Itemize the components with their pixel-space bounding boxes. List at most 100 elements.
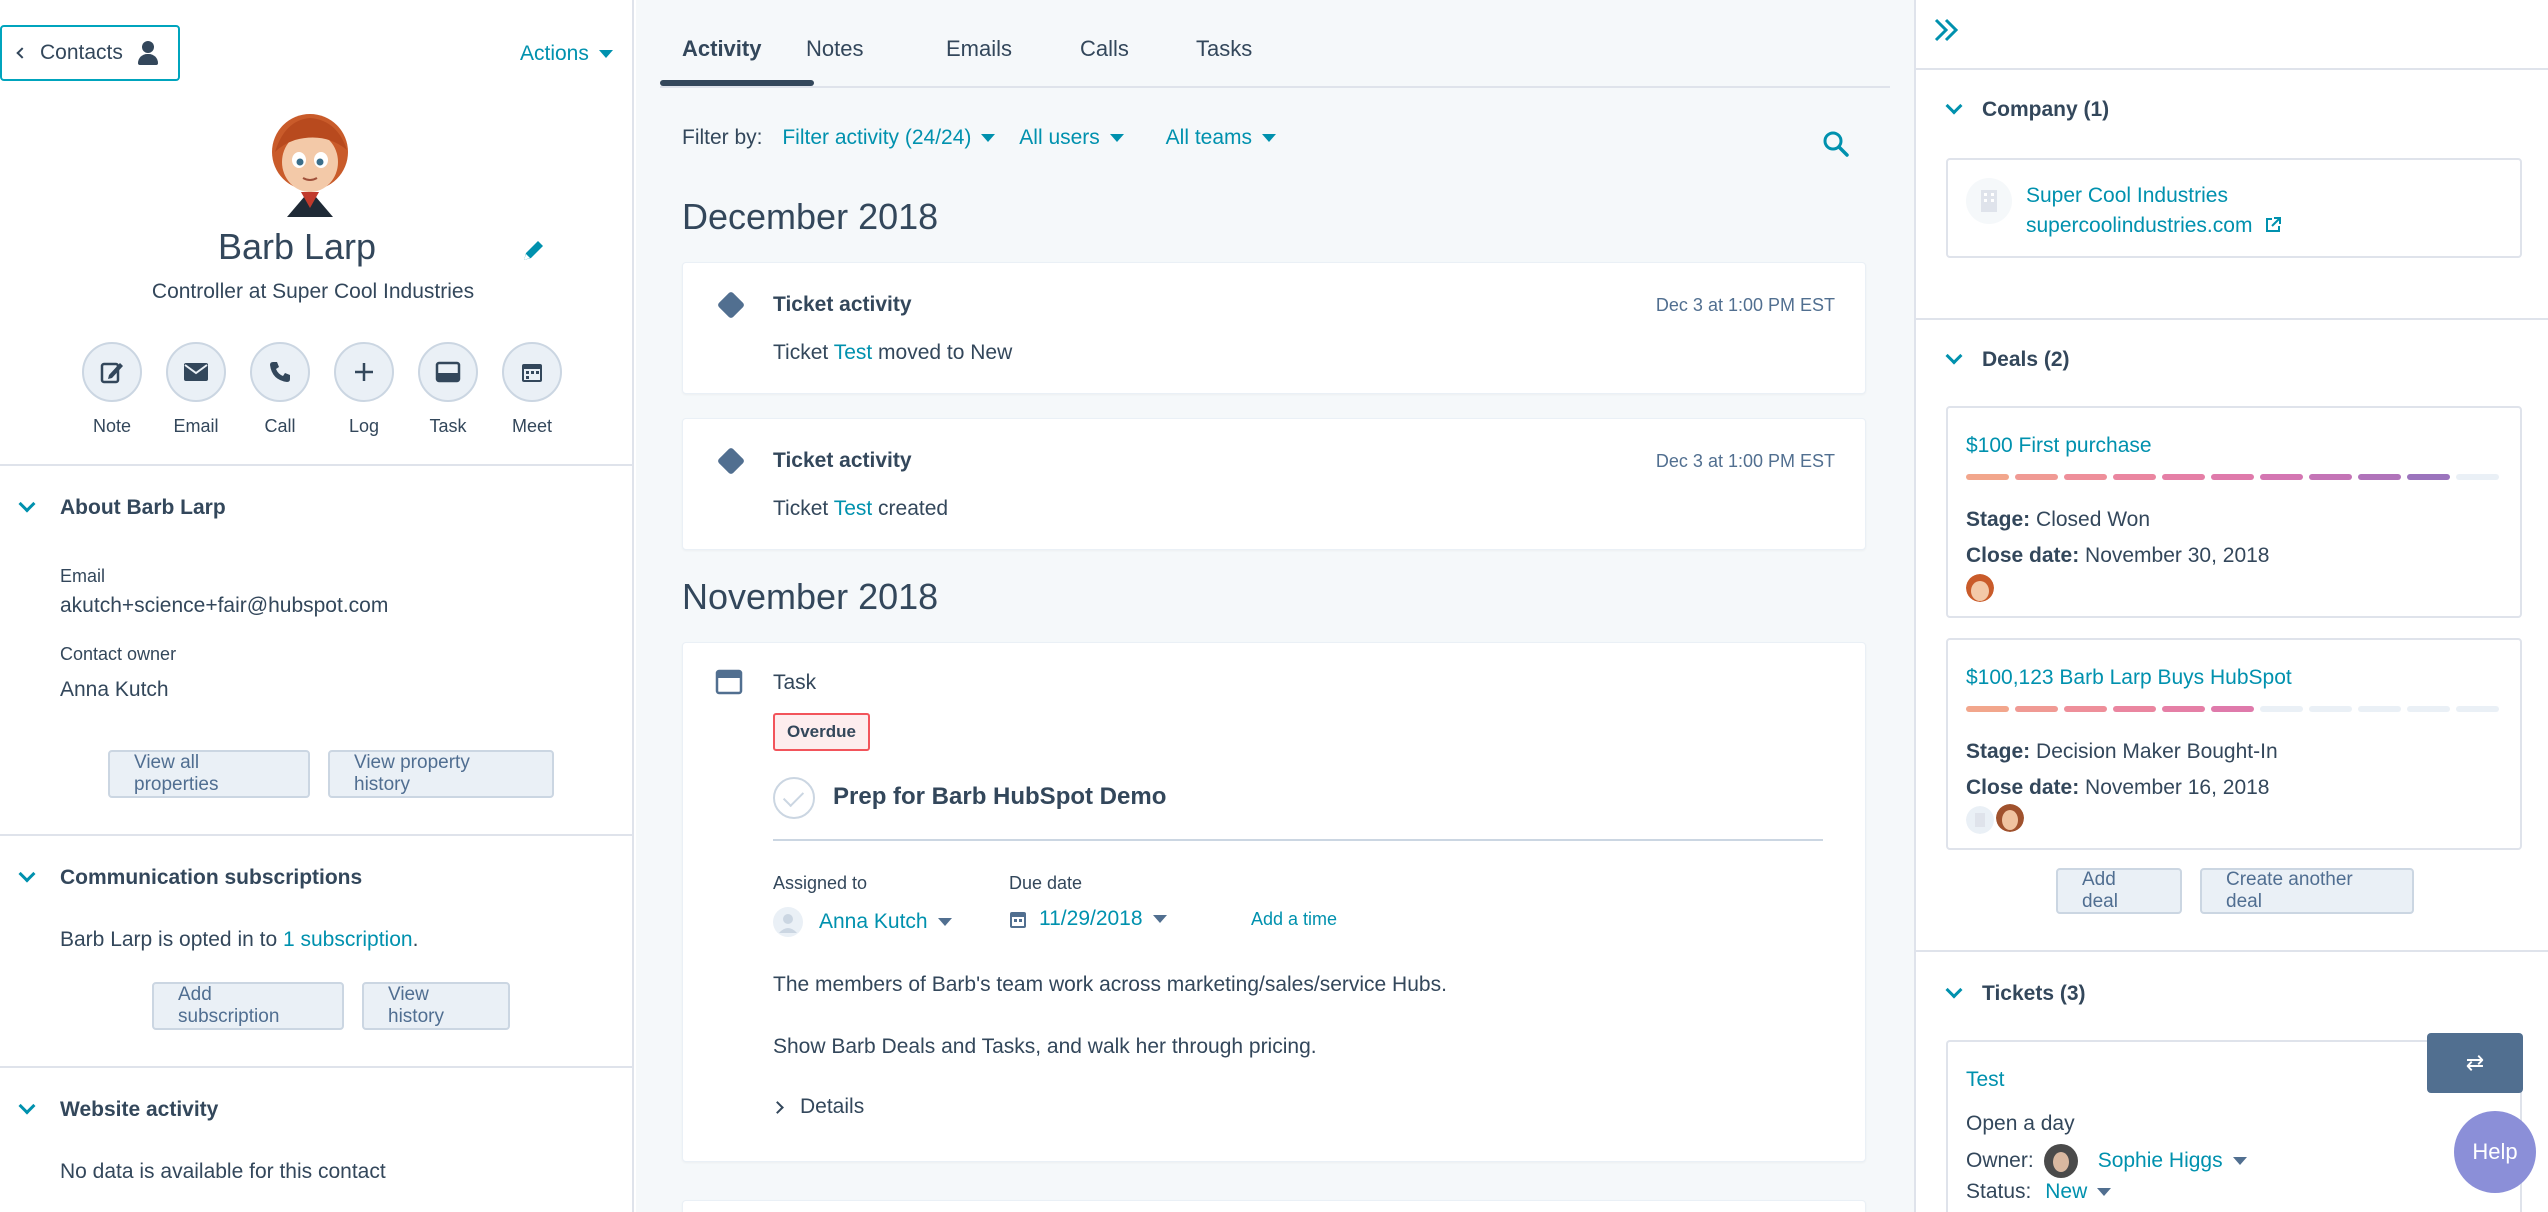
back-to-contacts-button[interactable]: Contacts <box>0 25 180 81</box>
stage-label: Stage: <box>1966 740 2031 763</box>
website-activity-heading: Website activity <box>60 1098 219 1121</box>
all-teams-label: All teams <box>1165 126 1252 149</box>
owner-property-value[interactable]: Anna Kutch <box>60 678 169 702</box>
next-activity-card <box>682 1200 1866 1212</box>
chevron-left-icon <box>16 47 28 59</box>
progress-segment <box>2015 706 2058 712</box>
owner-avatar <box>2043 1144 2078 1178</box>
card-body-pre: Ticket <box>773 497 834 520</box>
task-title[interactable]: Prep for Barb HubSpot Demo <box>833 783 1166 811</box>
edit-pencil-icon[interactable] <box>520 238 546 264</box>
deal-close-date: Close date: November 16, 2018 <box>1966 776 2270 800</box>
progress-segment <box>2064 474 2107 480</box>
complete-task-checkbox[interactable] <box>773 777 815 819</box>
tickets-section-toggle[interactable]: Tickets (3) <box>1945 981 2086 1006</box>
all-users-label: All users <box>1019 126 1100 149</box>
view-property-history-button[interactable]: View property history <box>328 750 554 798</box>
company-avatar <box>1966 806 1994 834</box>
company-section-toggle[interactable]: Company (1) <box>1945 97 2109 122</box>
tab-notes[interactable]: Notes <box>806 36 863 62</box>
ticket-icon <box>716 290 746 320</box>
contact-job-title: Controller at Super Cool Industries <box>151 280 475 303</box>
call-action[interactable]: Call <box>238 342 322 437</box>
ticket-owner: Owner: Sophie Higgs <box>1966 1144 2247 1178</box>
owner-dropdown[interactable]: Sophie Higgs <box>2098 1149 2247 1173</box>
deal-stage-progress <box>1966 706 2499 712</box>
deal-stage-progress <box>1966 474 2499 480</box>
owner-property-label: Contact owner <box>60 644 177 664</box>
caret-down-icon <box>1152 915 1167 923</box>
deal-card: $100,123 Barb Larp Buys HubSpot Stage: D… <box>1946 638 2522 850</box>
task-action[interactable]: Task <box>406 342 490 437</box>
filter-activity-dropdown[interactable]: Filter activity (24/24) <box>782 126 996 149</box>
company-name-link[interactable]: Super Cool Industries <box>2026 184 2228 208</box>
ticket-link[interactable]: Test <box>834 497 873 520</box>
call-label: Call <box>264 416 296 436</box>
log-label: Log <box>348 416 380 436</box>
tab-emails[interactable]: Emails <box>946 36 1012 62</box>
caret-down-icon <box>981 134 996 143</box>
website-activity-toggle[interactable]: Website activity <box>0 1097 632 1122</box>
company-domain-link[interactable]: supercoolindustries.com <box>2026 214 2282 238</box>
ticket-activity-card: Ticket activity Dec 3 at 1:00 PM EST Tic… <box>682 418 1866 550</box>
search-icon[interactable] <box>1822 130 1850 158</box>
add-time-link[interactable]: Add a time <box>1251 909 1337 930</box>
card-body: Ticket Test created <box>773 497 948 521</box>
divider <box>1916 950 2548 952</box>
view-history-button[interactable]: View history <box>362 982 510 1030</box>
comm-section-toggle[interactable]: Communication subscriptions <box>0 865 632 890</box>
card-title: Ticket activity <box>773 449 912 472</box>
divider <box>0 464 632 466</box>
add-deal-button[interactable]: Add deal <box>2056 868 2182 914</box>
subscription-link[interactable]: 1 subscription <box>283 928 413 951</box>
deal-title-link[interactable]: $100 First purchase <box>1966 434 2152 458</box>
email-label: Email <box>173 416 219 436</box>
ticket-age: Open a day <box>1966 1112 2075 1135</box>
user-avatar-placeholder <box>773 907 803 937</box>
tab-tasks[interactable]: Tasks <box>1196 36 1252 62</box>
email-action[interactable]: Email <box>154 342 238 437</box>
switch-icon-button[interactable]: ⇄ <box>2427 1033 2523 1093</box>
note-label: Note <box>92 416 132 436</box>
deal-title-link[interactable]: $100,123 Barb Larp Buys HubSpot <box>1966 666 2292 690</box>
stage-value: Decision Maker Bought-In <box>2030 740 2278 763</box>
note-action[interactable]: Note <box>70 342 154 437</box>
collapse-sidebar-icon[interactable] <box>1932 16 1962 44</box>
card-title: Ticket activity <box>773 293 912 316</box>
about-section-toggle[interactable]: About Barb Larp <box>0 495 632 520</box>
active-tab-indicator <box>660 80 814 86</box>
chevron-down-icon <box>1945 97 1963 115</box>
owner-avatar <box>1996 804 2024 832</box>
help-button[interactable]: Help <box>2454 1111 2536 1193</box>
ticket-activity-card: Ticket activity Dec 3 at 1:00 PM EST Tic… <box>682 262 1866 394</box>
assigned-to-dropdown[interactable]: Anna Kutch <box>773 907 952 937</box>
status-label: Status: <box>1966 1180 2032 1203</box>
actions-dropdown[interactable]: Actions <box>520 42 613 66</box>
chevron-down-icon <box>18 1097 36 1115</box>
deals-section-toggle[interactable]: Deals (2) <box>1945 347 2070 372</box>
month-header-november: November 2018 <box>682 576 939 617</box>
meet-action[interactable]: Meet <box>490 342 574 437</box>
add-subscription-button[interactable]: Add subscription <box>152 982 344 1030</box>
phone-icon <box>270 362 290 382</box>
activity-timeline: Activity Notes Emails Calls Tasks Filter… <box>636 0 1914 1212</box>
ticket-title-link[interactable]: Test <box>1966 1068 2005 1092</box>
details-toggle[interactable]: Details <box>771 1095 864 1119</box>
progress-segment <box>2456 474 2499 480</box>
email-property-value[interactable]: akutch+science+fair@hubspot.com <box>60 594 388 618</box>
tab-calls[interactable]: Calls <box>1080 36 1129 62</box>
tab-activity[interactable]: Activity <box>682 36 761 62</box>
view-all-properties-button[interactable]: View all properties <box>108 750 310 798</box>
log-action[interactable]: Log <box>322 342 406 437</box>
status-value: New <box>2045 1180 2088 1203</box>
all-teams-dropdown[interactable]: All teams <box>1166 126 1276 149</box>
ticket-link[interactable]: Test <box>834 341 873 364</box>
status-dropdown[interactable]: New <box>2045 1180 2112 1203</box>
due-date-picker[interactable]: 11/29/2018 <box>1009 907 1167 931</box>
all-users-dropdown[interactable]: All users <box>1019 126 1124 149</box>
plus-icon <box>355 363 373 381</box>
calendar-icon <box>1010 912 1026 928</box>
email-property-label: Email <box>60 566 106 586</box>
create-another-deal-button[interactable]: Create another deal <box>2200 868 2414 914</box>
associations-sidebar: Company (1) Super Cool Industries superc… <box>1914 0 2548 1212</box>
